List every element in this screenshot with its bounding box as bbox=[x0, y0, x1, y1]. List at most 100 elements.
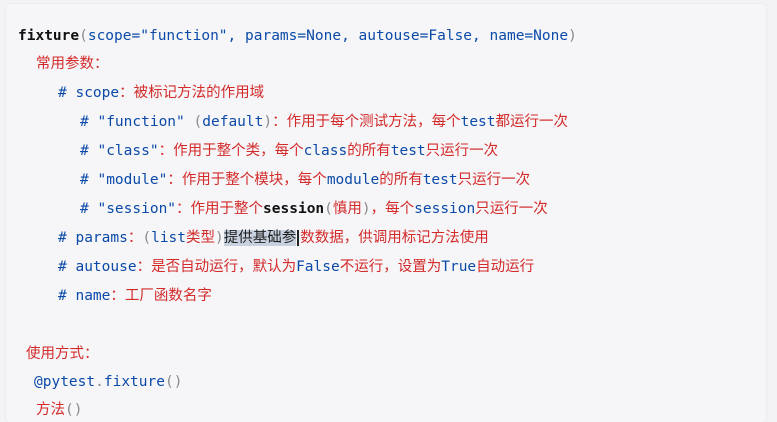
default-word: default bbox=[202, 114, 264, 130]
desc: ，每个 bbox=[370, 201, 415, 217]
keyword: class bbox=[303, 143, 348, 159]
desc: 只运行一次 bbox=[425, 143, 499, 159]
desc: 都运行一次 bbox=[495, 114, 569, 130]
usage-heading: 使用方式： bbox=[26, 346, 99, 362]
attr-name: fixture bbox=[103, 374, 165, 390]
paren: ) bbox=[361, 201, 371, 217]
separator: , bbox=[472, 28, 490, 44]
desc: 工厂函数名字 bbox=[124, 288, 212, 304]
param-value: None bbox=[533, 28, 569, 44]
separator: , bbox=[341, 28, 359, 44]
text-cursor-icon bbox=[297, 230, 300, 246]
keyword-bold: session bbox=[263, 201, 325, 217]
keyword: module bbox=[326, 172, 380, 188]
dot: . bbox=[95, 374, 104, 390]
desc: 的所有 bbox=[379, 172, 423, 188]
desc: 自动运行 bbox=[476, 259, 535, 275]
common-params-heading: 常用参数： bbox=[36, 56, 109, 72]
module-name: pytest bbox=[42, 374, 96, 390]
module-comment: # "module"：作用于整个模块，每个module的所有test只运行一次 bbox=[80, 170, 530, 190]
desc: 被标记方法的作用域 bbox=[133, 85, 265, 101]
hash: # bbox=[80, 143, 89, 159]
colon: ： bbox=[127, 230, 143, 246]
name-comment: # name：工厂函数名字 bbox=[58, 286, 212, 306]
signature-line: fixture(scope="function", params=None, a… bbox=[18, 26, 577, 46]
page: fixture(scope="function", params=None, a… bbox=[0, 0, 777, 422]
param-name: autouse bbox=[358, 28, 420, 44]
paren: ) bbox=[263, 114, 273, 130]
separator: , bbox=[227, 28, 246, 44]
paren: ( bbox=[142, 230, 152, 246]
param-value: None bbox=[306, 28, 342, 44]
keyword: True bbox=[441, 259, 477, 275]
colon: ： bbox=[158, 143, 174, 159]
decorator-line: @pytest.fixture() bbox=[34, 372, 182, 392]
hash: # bbox=[58, 288, 67, 304]
paren: ( bbox=[324, 201, 333, 217]
value: "session" bbox=[97, 201, 177, 217]
colon: ： bbox=[110, 288, 125, 304]
colon: ： bbox=[119, 85, 134, 101]
name-name: name bbox=[75, 288, 111, 304]
scope-comment: # scope：被标记方法的作用域 bbox=[58, 83, 264, 103]
hash: # bbox=[80, 201, 89, 217]
type-word: 类型 bbox=[186, 230, 216, 246]
paren: ( bbox=[193, 114, 203, 130]
desc: 是否自动运行，默认为 bbox=[151, 259, 297, 275]
hash: # bbox=[58, 230, 67, 246]
paren: ) bbox=[215, 230, 224, 246]
desc: 作用于每个测试方法，每个 bbox=[286, 114, 461, 130]
method-word: 方法 bbox=[36, 402, 65, 418]
hash: # bbox=[80, 172, 89, 188]
cautious-text: 慎用 bbox=[332, 201, 362, 217]
desc: 作用于整个 bbox=[190, 201, 264, 217]
param-value: "function" bbox=[140, 28, 228, 44]
params-name: params bbox=[75, 230, 128, 246]
param-name: scope bbox=[87, 28, 132, 44]
scope-name: scope bbox=[75, 85, 120, 101]
class-comment: # "class"：作用于整个类，每个class的所有test只运行一次 bbox=[80, 141, 498, 161]
desc: 不运行，设置为 bbox=[339, 259, 442, 275]
function-comment: # "function" (default)：作用于每个测试方法，每个test都… bbox=[80, 112, 568, 132]
equals: = bbox=[297, 28, 307, 44]
param-name: name bbox=[489, 28, 525, 44]
keyword: session bbox=[414, 201, 476, 217]
colon: ： bbox=[136, 259, 152, 275]
keyword: test bbox=[390, 143, 426, 159]
paren: ( bbox=[79, 28, 88, 44]
hash: # bbox=[58, 259, 67, 275]
value: "module" bbox=[97, 172, 168, 188]
param-name: params bbox=[245, 28, 298, 44]
keyword: False bbox=[296, 259, 340, 275]
hash: # bbox=[80, 114, 89, 130]
keyword: test bbox=[460, 114, 496, 130]
parens: () bbox=[65, 402, 83, 418]
desc: 只运行一次 bbox=[457, 172, 531, 188]
desc: 只运行一次 bbox=[475, 201, 548, 217]
hash: # bbox=[58, 85, 67, 101]
autouse-comment: # autouse：是否自动运行，默认为False不运行，设置为True自动运行 bbox=[58, 257, 534, 277]
colon: ： bbox=[167, 172, 182, 188]
autouse-name: autouse bbox=[75, 259, 137, 275]
selected-text[interactable]: 提供基础参 bbox=[223, 230, 297, 246]
method-line: 方法() bbox=[36, 400, 82, 420]
code-block[interactable]: fixture(scope="function", params=None, a… bbox=[6, 4, 766, 422]
at-sign: @ bbox=[34, 374, 43, 390]
session-comment: # "session"：作用于整个session(慎用)，每个session只运… bbox=[80, 199, 548, 219]
params-comment: # params：(list类型)提供基础参 数数据，供调用标记方法使用 bbox=[58, 228, 489, 248]
value: "function" bbox=[97, 114, 185, 130]
colon: ： bbox=[272, 114, 287, 130]
list-keyword: list bbox=[151, 230, 187, 246]
equals: = bbox=[524, 28, 534, 44]
desc: 的所有 bbox=[347, 143, 391, 159]
value: "class" bbox=[97, 143, 159, 159]
desc: 作用于整个模块，每个 bbox=[181, 172, 327, 188]
parens: () bbox=[164, 374, 183, 390]
equals: = bbox=[131, 28, 141, 44]
keyword: test bbox=[422, 172, 458, 188]
colon: ： bbox=[176, 201, 191, 217]
desc: 数数据，供调用标记方法使用 bbox=[300, 230, 489, 246]
param-value: False bbox=[428, 28, 473, 44]
fn-name: fixture bbox=[18, 28, 80, 44]
desc: 作用于整个类，每个 bbox=[173, 143, 304, 159]
